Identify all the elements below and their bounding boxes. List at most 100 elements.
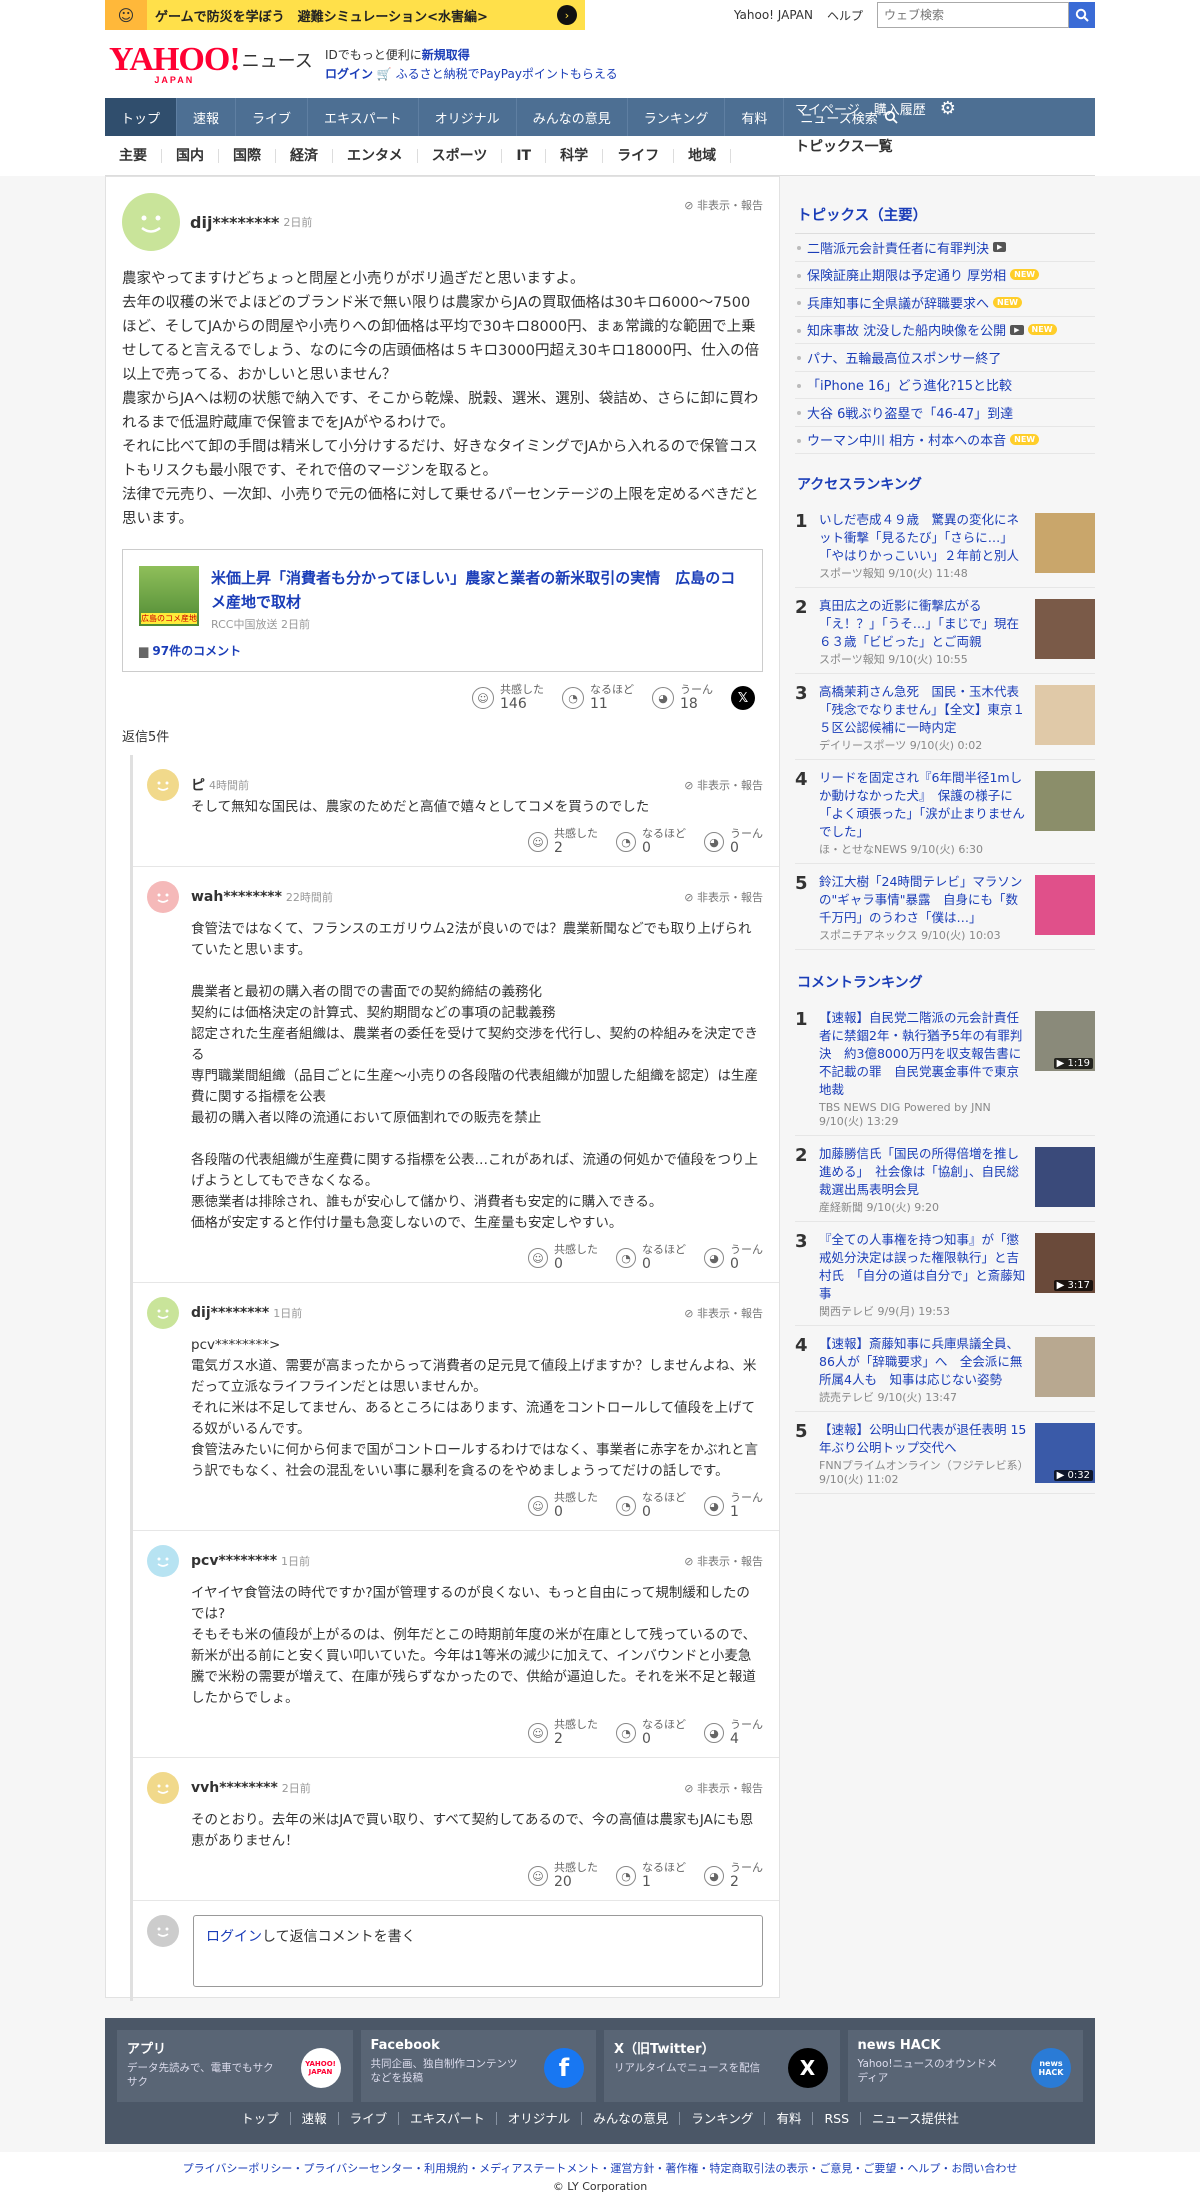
comment-ranking-title[interactable]: コメントランキング bbox=[795, 966, 1095, 1000]
cat-it[interactable]: IT bbox=[502, 148, 547, 163]
topic-item[interactable]: 「iPhone 16」どう進化?15と比較 bbox=[795, 372, 1095, 399]
reply-user[interactable]: vvh******** bbox=[191, 1780, 278, 1796]
cat-main[interactable]: 主要 bbox=[105, 148, 162, 163]
signup-link[interactable]: 新規取得 bbox=[422, 48, 470, 62]
agree-button[interactable]: ☺ 共感した 146 bbox=[472, 684, 544, 712]
footer-newshack-card[interactable]: news HACK Yahoo!ニュースのオウンドメディア news HACK bbox=[847, 2030, 1083, 2102]
help-link[interactable]: ヘルプ bbox=[827, 7, 863, 24]
agree-button[interactable]: ☺ 共感した 0 bbox=[528, 1492, 598, 1520]
cat-local[interactable]: 地域 bbox=[674, 148, 732, 163]
topic-item[interactable]: 二階派元会計責任者に有罪判決 ▶ bbox=[795, 234, 1095, 262]
reply-input[interactable]: ログインして返信コメントを書く bbox=[193, 1915, 763, 1987]
mypage-link[interactable]: マイページ bbox=[795, 99, 860, 118]
article-card[interactable]: 広島のコメ産地 米価上昇「消費者も分かってほしい」農家と業者の新米取引の実情 広… bbox=[122, 549, 763, 672]
article-comments-link[interactable]: ▆ 97件のコメント bbox=[139, 642, 746, 659]
ranking-item[interactable]: 1 いしだ壱成４９歳 驚異の変化にネット衝撃「見るたび」「さらに…」「やはりかっこ… bbox=[795, 502, 1095, 588]
footer-link[interactable]: ライブ bbox=[339, 2112, 400, 2125]
nav-paid[interactable]: 有料 bbox=[725, 98, 785, 136]
reply-login-link[interactable]: ログイン bbox=[206, 1929, 262, 1945]
reply-user[interactable]: dij******** bbox=[191, 1305, 269, 1321]
agree-button[interactable]: ☺ 共感した 0 bbox=[528, 1244, 598, 1272]
hmm-button[interactable]: ◕ うーん 2 bbox=[704, 1862, 763, 1890]
reply-user[interactable]: wah******** bbox=[191, 889, 282, 905]
cat-life[interactable]: ライフ bbox=[603, 148, 675, 163]
comment-user[interactable]: dij******** bbox=[190, 213, 279, 232]
agree-button[interactable]: ☺ 共感した 2 bbox=[528, 1719, 598, 1747]
ranking-item[interactable]: 4 【速報】斎藤知事に兵庫県議全員、86人が「辞職要求」へ 全会派に無所属4人も … bbox=[795, 1326, 1095, 1412]
gear-icon[interactable]: ⚙ bbox=[940, 98, 956, 119]
insight-button[interactable]: ◔ なるほど 0 bbox=[616, 1719, 686, 1747]
hide-report-button[interactable]: ⊘ 非表示・報告 bbox=[684, 777, 763, 793]
topic-item[interactable]: 保険証廃止期限は予定通り 厚労相 NEW bbox=[795, 262, 1095, 289]
nav-ranking[interactable]: ランキング bbox=[628, 98, 726, 136]
cat-sports[interactable]: スポーツ bbox=[418, 148, 503, 163]
insight-button[interactable]: ◔ なるほど 0 bbox=[616, 828, 686, 856]
topic-item[interactable]: パナ、五輪最高位スポンサー終了 bbox=[795, 344, 1095, 372]
footer-link[interactable]: 有料 bbox=[765, 2112, 814, 2125]
login-link[interactable]: ログイン bbox=[325, 67, 373, 81]
topics-title[interactable]: トピックス（主要） bbox=[795, 198, 1095, 234]
agree-button[interactable]: ☺ 共感した 2 bbox=[528, 828, 598, 856]
x-share-icon[interactable]: 𝕏 bbox=[731, 686, 755, 710]
hmm-button[interactable]: ◕ うーん 0 bbox=[704, 1244, 763, 1272]
nav-live[interactable]: ライブ bbox=[236, 98, 309, 136]
ranking-item[interactable]: 2 加藤勝信氏「国民の所得倍増を推し進める」 社会像は「協創」、自民総裁選出馬表明… bbox=[795, 1136, 1095, 1222]
footer-link[interactable]: エキスパート bbox=[399, 2112, 497, 2125]
insight-button[interactable]: ◔ なるほど 0 bbox=[616, 1492, 686, 1520]
nav-original[interactable]: オリジナル bbox=[419, 98, 517, 136]
yahoo-japan-link[interactable]: Yahoo! JAPAN bbox=[734, 8, 813, 22]
footer-link[interactable]: RSS bbox=[813, 2112, 862, 2125]
cat-economy[interactable]: 経済 bbox=[276, 148, 333, 163]
reply-count[interactable]: 返信5件 bbox=[106, 726, 779, 745]
hmm-button[interactable]: ◕ うーん 4 bbox=[704, 1719, 763, 1747]
furusato-link[interactable]: ふるさと納税でPayPayポイントもらえる bbox=[396, 67, 618, 81]
topic-item[interactable]: ウーマン中川 相方・村本への本音 NEW bbox=[795, 427, 1095, 454]
reply-user[interactable]: ピ bbox=[191, 775, 205, 795]
insight-button[interactable]: ◔ なるほど 1 bbox=[616, 1862, 686, 1890]
cat-world[interactable]: 国際 bbox=[219, 148, 276, 163]
web-search-input[interactable] bbox=[877, 2, 1069, 28]
hide-report-button[interactable]: ⊘ 非表示・報告 bbox=[684, 1305, 763, 1321]
footer-x-card[interactable]: X（旧Twitter） リアルタイムでニュースを配信 X bbox=[604, 2030, 840, 2102]
topic-item[interactable]: 兵庫知事に全県議が辞職要求へ NEW bbox=[795, 289, 1095, 317]
hmm-button[interactable]: ◕ うーん 1 bbox=[704, 1492, 763, 1520]
ranking-item[interactable]: 5 【速報】公明山口代表が退任表明 15年ぶり公明トップ交代へ FNNプライムオンラ… bbox=[795, 1412, 1095, 1494]
hide-report-button[interactable]: ⊘ 非表示・報告 bbox=[684, 1553, 763, 1569]
article-title[interactable]: 米価上昇「消費者も分かってほしい」農家と業者の新米取引の実情 広島のコメ産地で取… bbox=[211, 566, 746, 614]
disaster-game-banner[interactable]: ☺ ゲームで防災を学ぼう 避難シミュレーション<水害編> › bbox=[105, 0, 585, 30]
legal-links[interactable]: プライバシーポリシー・プライバシーセンター・利用規約・メディアステートメント・運… bbox=[0, 2160, 1200, 2176]
footer-link[interactable]: トップ bbox=[230, 2112, 291, 2125]
insight-button[interactable]: ◔ なるほど 11 bbox=[562, 684, 634, 712]
footer-link[interactable]: ランキング bbox=[680, 2112, 766, 2125]
hide-report-button[interactable]: ⊘ 非表示・報告 bbox=[684, 1780, 763, 1796]
hide-report-button[interactable]: ⊘ 非表示・報告 bbox=[684, 197, 763, 213]
ranking-item[interactable]: 3 『全ての人事権を持つ知事』が「懲戒処分決定は誤った権限執行」と吉村氏 「自分の… bbox=[795, 1222, 1095, 1326]
nav-expert[interactable]: エキスパート bbox=[308, 98, 419, 136]
nav-opinions[interactable]: みんなの意見 bbox=[517, 98, 628, 136]
footer-link[interactable]: みんなの意見 bbox=[582, 2112, 681, 2125]
cat-entertainment[interactable]: エンタメ bbox=[333, 148, 418, 163]
hmm-button[interactable]: ◕ うーん 18 bbox=[652, 684, 713, 712]
history-link[interactable]: 購入履歴 bbox=[874, 99, 926, 118]
hmm-button[interactable]: ◕ うーん 0 bbox=[704, 828, 763, 856]
footer-app-card[interactable]: アプリ データ先読みで、電車でもサクサク YAHOO! JAPAN bbox=[117, 2030, 353, 2102]
insight-button[interactable]: ◔ なるほど 0 bbox=[616, 1244, 686, 1272]
ranking-item[interactable]: 5 鈴江大樹「24時間テレビ」マラソンの"ギャラ事情"暴露 自身にも「数千万円」の… bbox=[795, 864, 1095, 950]
ranking-item[interactable]: 3 高橋茉莉さん急死 国民・玉木代表「残念でなりません」【全文】東京１５区公認候補… bbox=[795, 674, 1095, 760]
cat-domestic[interactable]: 国内 bbox=[162, 148, 219, 163]
footer-link[interactable]: ニュース提供社 bbox=[861, 2112, 970, 2125]
agree-button[interactable]: ☺ 共感した 20 bbox=[528, 1862, 598, 1890]
topic-item[interactable]: 大谷 6戦ぶり盗塁で「46-47」到達 bbox=[795, 399, 1095, 427]
footer-facebook-card[interactable]: Facebook 共同企画、独自制作コンテンツなどを投稿 f bbox=[360, 2030, 596, 2102]
ranking-item[interactable]: 4 リードを固定され『6年間半径1mしか動けなかった犬』 保護の様子に「よく頑張っ… bbox=[795, 760, 1095, 864]
topic-item[interactable]: 知床事故 沈没した船内映像を公開 ▶ NEW bbox=[795, 317, 1095, 344]
yahoo-news-logo[interactable]: YAHOO! JAPAN ニュース bbox=[109, 43, 313, 85]
hide-report-button[interactable]: ⊘ 非表示・報告 bbox=[684, 889, 763, 905]
access-ranking-title[interactable]: アクセスランキング bbox=[795, 468, 1095, 502]
ranking-item[interactable]: 2 真田広之の近影に衝撃広がる「え！？」「うそ…」「まじで」現在６３歳「ビビった」… bbox=[795, 588, 1095, 674]
footer-link[interactable]: オリジナル bbox=[497, 2112, 583, 2125]
cat-science[interactable]: 科学 bbox=[546, 148, 604, 163]
search-button[interactable] bbox=[1069, 2, 1095, 28]
ranking-item[interactable]: 1 【速報】自民党二階派の元会計責任者に禁錮2年・執行猶予5年の有罪判決 約3億8… bbox=[795, 1000, 1095, 1136]
nav-top[interactable]: トップ bbox=[105, 98, 178, 136]
